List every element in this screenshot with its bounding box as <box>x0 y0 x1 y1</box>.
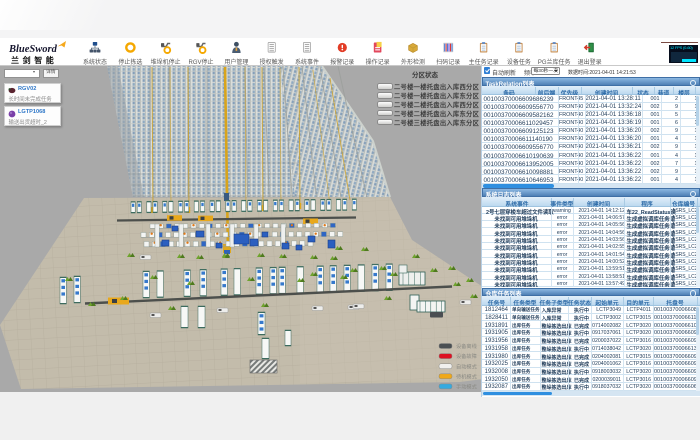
svg-text:自动模式: 自动模式 <box>456 362 478 370</box>
svg-text:设备离线: 设备离线 <box>456 342 477 350</box>
svg-text:待机模式: 待机模式 <box>456 372 478 380</box>
svg-text:设备故障: 设备故障 <box>456 352 477 360</box>
svg-text:手动模式: 手动模式 <box>456 383 478 391</box>
